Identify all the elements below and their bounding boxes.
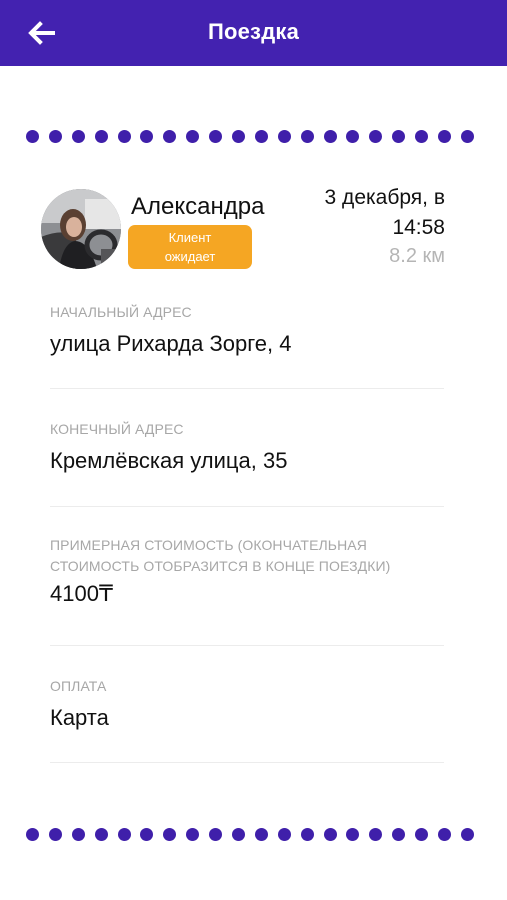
separator-dot (26, 129, 39, 143)
status-badge: Клиент ожидает (128, 225, 252, 269)
separator-dot (117, 129, 131, 143)
trip-distance: 8.2 км (389, 245, 445, 267)
separator-dot (369, 827, 383, 841)
separator-dot (232, 129, 246, 143)
dotted-separator-top (26, 129, 474, 143)
divider (50, 388, 444, 389)
separator-dot (94, 129, 108, 143)
separator-dot (254, 827, 268, 841)
separator-dot (232, 827, 246, 841)
separator-dot (26, 827, 39, 841)
cost-value: 4100₸ (50, 581, 113, 606)
client-avatar (41, 189, 121, 269)
trip-datetime: 3 декабря, в 14:58 (275, 183, 445, 243)
trip-date: 3 декабря, в (324, 186, 445, 209)
divider (50, 506, 444, 507)
separator-dot (71, 827, 85, 841)
separator-dot (346, 129, 360, 143)
end-address-label: КОНЕЧНЫЙ АДРЕС (50, 421, 184, 437)
start-address-value: улица Рихарда Зорге, 4 (50, 331, 292, 356)
trip-time: 14:58 (392, 216, 445, 239)
start-address-label: НАЧАЛЬНЫЙ АДРЕС (50, 304, 192, 320)
separator-dot (186, 827, 200, 841)
payment-value: Карта (50, 705, 109, 730)
separator-dot (323, 827, 337, 841)
separator-dot (48, 827, 62, 841)
separator-dot (163, 129, 177, 143)
separator-dot (300, 129, 314, 143)
separator-dot (48, 129, 62, 143)
start-address-field: НАЧАЛЬНЫЙ АДРЕС улица Рихарда Зорге, 4 (50, 302, 444, 357)
end-address-field: КОНЕЧНЫЙ АДРЕС Кремлёвская улица, 35 (50, 419, 444, 474)
separator-dot (460, 129, 474, 143)
separator-dot (438, 129, 452, 143)
divider (50, 645, 444, 646)
separator-dot (254, 129, 268, 143)
separator-dot (415, 827, 429, 841)
separator-dot (209, 129, 223, 143)
cost-label-line1: ПРИМЕРНАЯ СТОИМОСТЬ (ОКОНЧАТЕЛЬНАЯ (50, 537, 367, 553)
page-title: Поездка (207, 19, 300, 44)
separator-dot (140, 827, 154, 841)
separator-dot (300, 827, 314, 841)
end-address-value: Кремлёвская улица, 35 (50, 448, 288, 473)
separator-dot (186, 129, 200, 143)
separator-dot (117, 827, 131, 841)
divider (50, 762, 444, 763)
payment-label: ОПЛАТА (50, 678, 107, 694)
separator-dot (438, 827, 452, 841)
separator-dot (392, 129, 406, 143)
status-badge-line1: Клиент (168, 230, 212, 245)
cost-label-line2: СТОИМОСТЬ ОТОБРАЗИТСЯ В КОНЦЕ ПОЕЗДКИ) (50, 558, 391, 574)
separator-dot (71, 129, 85, 143)
client-name: Александра (131, 193, 265, 220)
status-badge-line2: ожидает (164, 249, 216, 264)
separator-dot (392, 827, 406, 841)
cost-field: ПРИМЕРНАЯ СТОИМОСТЬ (ОКОНЧАТЕЛЬНАЯ СТОИМ… (50, 535, 444, 607)
separator-dot (460, 827, 474, 841)
separator-dot (277, 129, 291, 143)
separator-dot (163, 827, 177, 841)
separator-dot (323, 129, 337, 143)
separator-dot (140, 129, 154, 143)
separator-dot (209, 827, 223, 841)
separator-dot (346, 827, 360, 841)
separator-dot (94, 827, 108, 841)
payment-field: ОПЛАТА Карта (50, 676, 444, 731)
dotted-separator-bottom (26, 827, 474, 841)
app-bar: Поездка (0, 0, 507, 66)
separator-dot (369, 129, 383, 143)
separator-dot (415, 129, 429, 143)
separator-dot (277, 827, 291, 841)
